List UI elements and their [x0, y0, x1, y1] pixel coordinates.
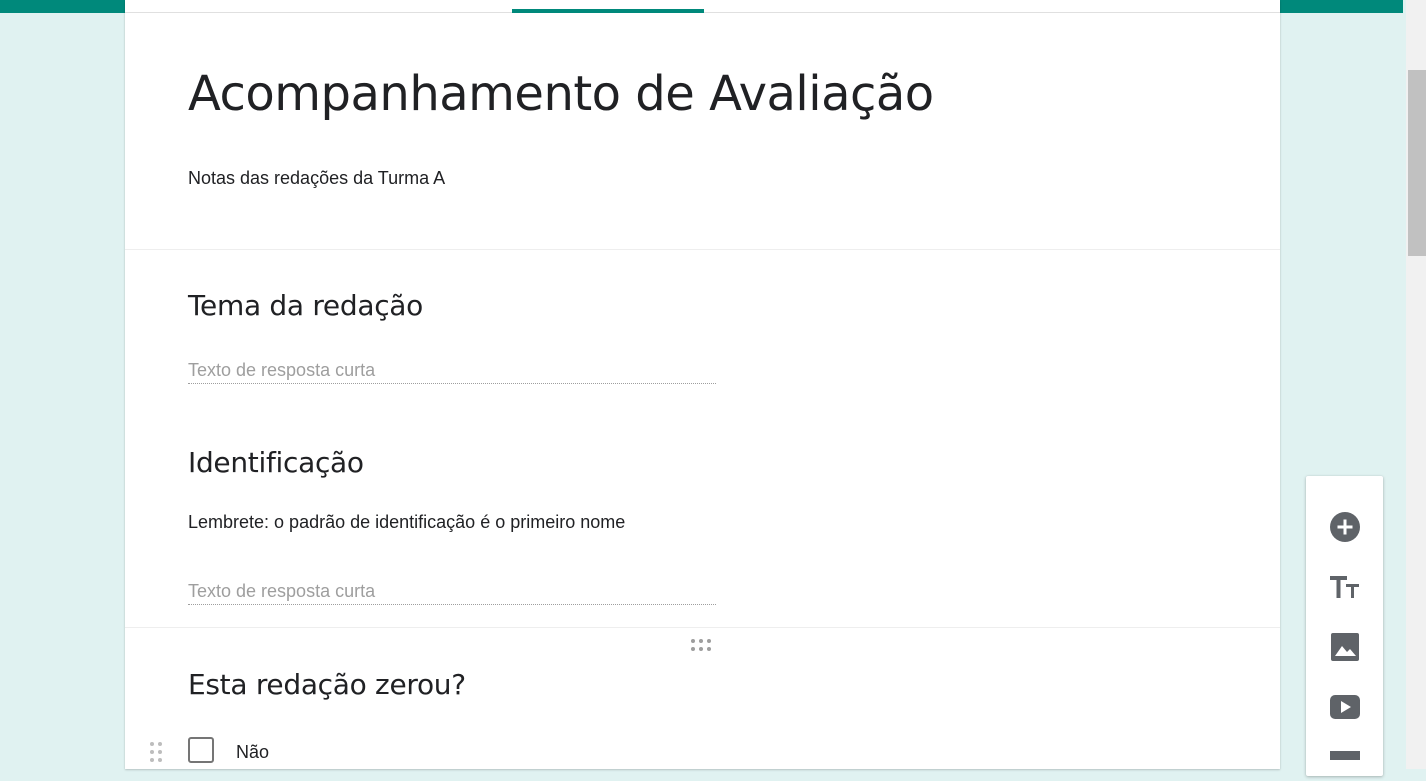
question-description-identificacao[interactable]: Lembrete: o padrão de identificação é o … [188, 512, 625, 533]
floating-toolbar [1306, 476, 1383, 776]
form-title[interactable]: Acompanhamento de Avaliação [188, 66, 934, 122]
add-question-icon[interactable] [1325, 507, 1365, 547]
question-title-zerou[interactable]: Esta redação zerou? [188, 668, 466, 701]
question-title-tema[interactable]: Tema da redação [188, 289, 423, 322]
active-tab-indicator [512, 9, 704, 13]
add-video-icon[interactable] [1325, 687, 1365, 727]
short-answer-field-identificacao: Texto de resposta curta [188, 578, 716, 605]
header-band-right [1280, 0, 1403, 13]
checkbox-icon [188, 737, 214, 763]
add-title-icon[interactable] [1325, 567, 1365, 607]
question-title-identificacao[interactable]: Identificação [188, 446, 364, 479]
add-image-icon[interactable] [1325, 627, 1365, 667]
scrollbar-thumb[interactable] [1408, 70, 1426, 256]
section-divider [125, 249, 1280, 250]
short-answer-field-tema: Texto de resposta curta [188, 357, 716, 384]
option-drag-handle-icon[interactable] [150, 742, 164, 766]
header-band-left [0, 0, 125, 13]
form-description[interactable]: Notas das redações da Turma A [188, 168, 445, 189]
form-card: Acompanhamento de Avaliação Notas das re… [125, 0, 1280, 769]
add-section-icon[interactable] [1325, 741, 1365, 781]
option-label-nao[interactable]: Não [236, 742, 269, 763]
question-divider [125, 627, 1280, 628]
question-drag-handle-icon[interactable] [691, 639, 715, 653]
